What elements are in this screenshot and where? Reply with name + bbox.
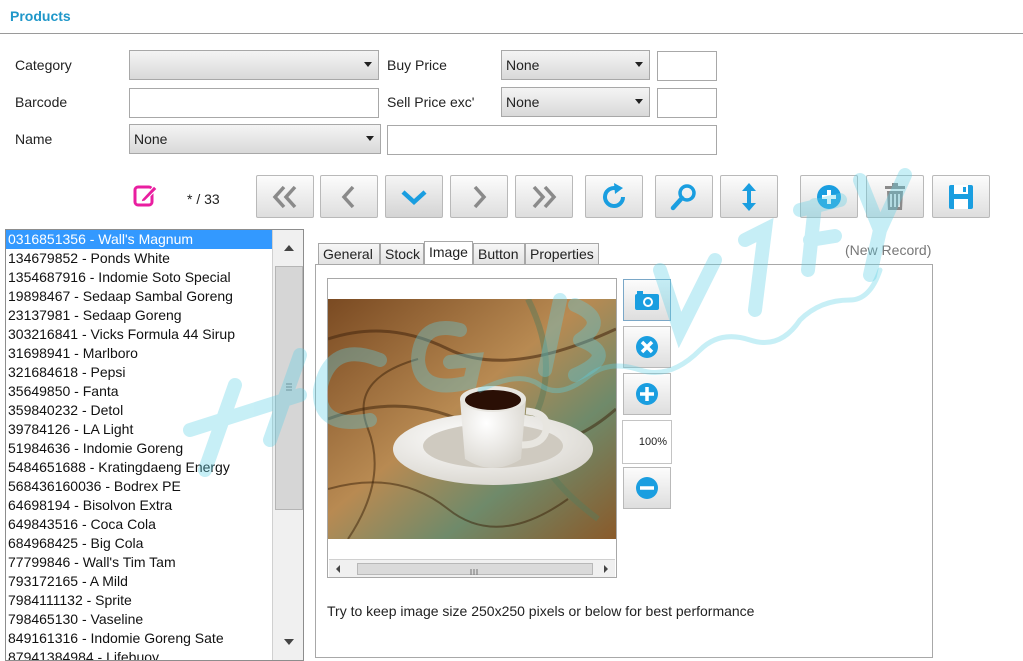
chevron-down-icon (635, 99, 643, 104)
down-button[interactable] (385, 175, 443, 218)
save-record-button[interactable] (932, 175, 990, 218)
chevron-left-icon (341, 185, 355, 208)
list-item[interactable]: 849161316 - Indomie Goreng Sate (6, 629, 272, 648)
list-item[interactable]: 19898467 - Sedaap Sambal Goreng (6, 287, 272, 306)
chevron-down-icon (401, 189, 427, 205)
add-record-button[interactable] (800, 175, 858, 218)
next-record-button[interactable] (450, 175, 508, 218)
search-button[interactable] (655, 175, 713, 218)
grip-icon (470, 569, 478, 575)
list-item[interactable]: 31698941 - Marlboro (6, 344, 272, 363)
tab-image[interactable]: Image (424, 241, 473, 265)
remove-image-button[interactable] (623, 326, 671, 368)
chevron-down-icon (366, 136, 374, 141)
record-status: (New Record) (845, 242, 932, 258)
list-scroll-thumb[interactable] (275, 266, 303, 510)
title-bar: Products (0, 0, 1023, 34)
double-chevron-right-icon (532, 185, 557, 208)
list-item[interactable]: 798465130 - Vaseline (6, 610, 272, 629)
list-item[interactable]: 7984111132 - Sprite (6, 591, 272, 610)
sell-price-field[interactable] (657, 88, 717, 118)
tab-button[interactable]: Button (473, 243, 525, 265)
close-circle-icon (636, 336, 658, 358)
barcode-label: Barcode (15, 94, 68, 110)
buy-price-label: Buy Price (387, 57, 447, 73)
name-label: Name (15, 131, 53, 147)
list-item[interactable]: 793172165 - A Mild (6, 572, 272, 591)
edit-icon[interactable] (133, 182, 159, 208)
product-list-items: 0316851356 - Wall's Magnum 134679852 - Po… (6, 230, 272, 660)
load-image-button[interactable] (623, 279, 671, 321)
delete-record-button[interactable] (866, 175, 924, 218)
buy-price-field[interactable] (657, 51, 717, 81)
list-item[interactable]: 134679852 - Ponds White (6, 249, 272, 268)
zoom-in-button[interactable] (623, 373, 671, 415)
vertical-arrows-icon (742, 182, 756, 211)
image-preview-box (327, 278, 617, 578)
barcode-field[interactable] (129, 88, 379, 118)
category-select[interactable] (129, 50, 379, 80)
tab-general[interactable]: General (318, 243, 380, 265)
list-scrollbar[interactable] (272, 230, 304, 660)
list-item[interactable]: 321684618 - Pepsi (6, 363, 272, 382)
category-label: Category (15, 57, 72, 73)
list-item[interactable]: 87941384984 - Lifebuoy (6, 648, 272, 660)
list-item[interactable]: 23137981 - Sedaap Goreng (6, 306, 272, 325)
list-item[interactable]: 1354687916 - Indomie Soto Special (6, 268, 272, 287)
list-item[interactable]: 77799846 - Wall's Tim Tam (6, 553, 272, 572)
sell-price-option: None (506, 94, 540, 110)
list-item[interactable]: 303216841 - Vicks Formula 44 Sirup (6, 325, 272, 344)
list-item[interactable]: 568436160036 - Bodrex PE (6, 477, 272, 496)
sell-price-select[interactable]: None (501, 87, 650, 117)
minus-circle-icon (636, 477, 658, 499)
chevron-down-icon (364, 62, 372, 67)
chevron-right-icon (473, 185, 487, 208)
list-item[interactable]: 5484651688 - Kratingdaeng Energy (6, 458, 272, 477)
scroll-right-icon[interactable] (599, 560, 613, 578)
grip-icon (286, 383, 292, 391)
tab-properties[interactable]: Properties (525, 243, 599, 265)
floppy-disk-icon (949, 184, 973, 209)
image-size-hint: Try to keep image size 250x250 pixels or… (327, 603, 755, 619)
list-item[interactable]: 0316851356 - Wall's Magnum (6, 230, 272, 249)
zoom-level: 100% (622, 420, 672, 464)
image-scroll-thumb[interactable] (357, 563, 593, 575)
refresh-button[interactable] (585, 175, 643, 218)
name-value: None (134, 131, 168, 147)
previous-record-button[interactable] (320, 175, 378, 218)
product-list[interactable]: 0316851356 - Wall's Magnum 134679852 - Po… (5, 229, 304, 661)
list-item[interactable]: 39784126 - LA Light (6, 420, 272, 439)
zoom-out-button[interactable] (623, 467, 671, 509)
last-record-button[interactable] (515, 175, 573, 218)
double-chevron-left-icon (272, 185, 297, 208)
scroll-up-icon[interactable] (273, 230, 304, 264)
list-item[interactable]: 649843516 - Coca Cola (6, 515, 272, 534)
camera-icon (635, 291, 659, 310)
record-counter: * / 33 (187, 191, 220, 207)
list-item[interactable]: 359840232 - Detol (6, 401, 272, 420)
coffee-map-image (328, 299, 616, 539)
name-text-field[interactable] (387, 125, 717, 155)
plus-circle-icon (636, 383, 658, 405)
plus-circle-icon (817, 184, 841, 209)
sell-price-label: Sell Price exc' (387, 94, 475, 110)
list-item[interactable]: 35649850 - Fanta (6, 382, 272, 401)
sort-button[interactable] (720, 175, 778, 218)
list-item[interactable]: 64698194 - Bisolvon Extra (6, 496, 272, 515)
buy-price-select[interactable]: None (501, 50, 650, 80)
refresh-icon (603, 182, 625, 208)
scroll-down-icon[interactable] (273, 626, 304, 660)
chevron-down-icon (635, 62, 643, 67)
name-select[interactable]: None (129, 124, 381, 154)
search-icon (670, 183, 696, 210)
first-record-button[interactable] (256, 175, 314, 218)
trash-icon (885, 182, 905, 210)
list-item[interactable]: 684968425 - Big Cola (6, 534, 272, 553)
tab-stock[interactable]: Stock (380, 243, 424, 265)
buy-price-option: None (506, 57, 540, 73)
list-item[interactable]: 51984636 - Indomie Goreng (6, 439, 272, 458)
image-hscrollbar[interactable] (329, 559, 615, 577)
scroll-left-icon[interactable] (331, 560, 345, 578)
page-title: Products (10, 8, 71, 24)
